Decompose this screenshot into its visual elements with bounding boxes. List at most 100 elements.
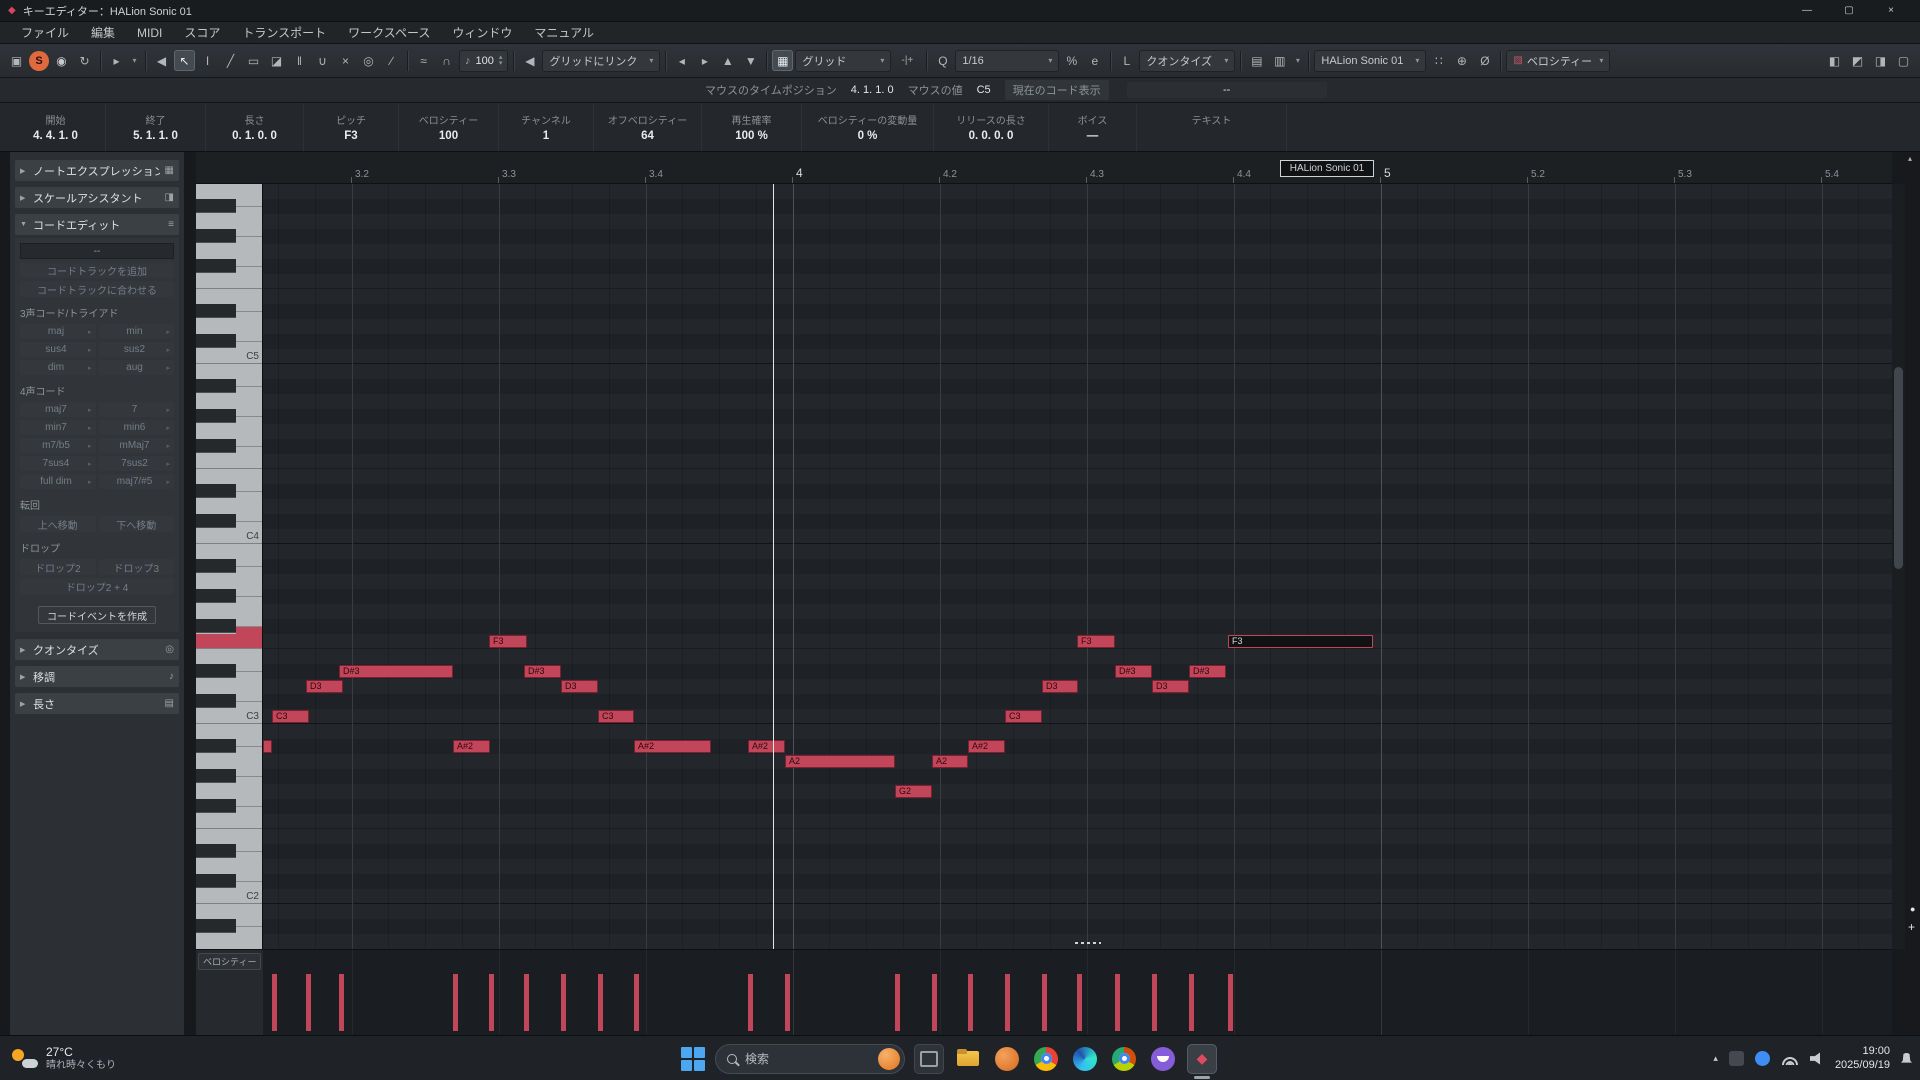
inversion-button[interactable]: 下へ移動 xyxy=(99,516,175,532)
split-tool[interactable]: ‖ xyxy=(289,50,310,71)
chrome-icon[interactable] xyxy=(1031,1044,1061,1074)
midi-note[interactable]: F3 xyxy=(489,635,527,648)
tray-bluetooth-icon[interactable] xyxy=(1755,1051,1770,1066)
black-key[interactable] xyxy=(196,439,263,454)
current-chord-display-label[interactable]: 現在のコード表示 xyxy=(1005,80,1109,100)
white-key[interactable] xyxy=(196,544,263,559)
white-key[interactable] xyxy=(196,574,263,589)
white-key[interactable] xyxy=(196,184,263,199)
black-key[interactable] xyxy=(196,259,263,274)
midi-note[interactable]: F3 xyxy=(1077,635,1115,648)
chord-type-button[interactable]: 7▸ xyxy=(99,402,175,417)
right-zone-toggle-icon[interactable]: ◨ xyxy=(1870,50,1891,71)
midi-note[interactable]: D3 xyxy=(1152,680,1189,693)
black-key[interactable] xyxy=(196,769,263,784)
menu-item[interactable]: ワークスペース xyxy=(337,24,441,41)
black-key[interactable] xyxy=(196,799,263,814)
chord-type-button[interactable]: full dim▸ xyxy=(20,474,96,489)
menu-item[interactable]: ウィンドウ xyxy=(441,24,523,41)
black-key[interactable] xyxy=(196,559,263,574)
timeline-ruler[interactable]: 3.23.33.444.24.34.455.25.35.4HALion Soni… xyxy=(263,152,1892,184)
browser-icon[interactable] xyxy=(1109,1044,1139,1074)
link-speaker-icon[interactable]: ◀ xyxy=(519,50,540,71)
grid-type-select[interactable]: グリッド▾ xyxy=(795,50,891,72)
black-key[interactable] xyxy=(196,229,263,244)
chord-type-button[interactable]: maj▸ xyxy=(20,324,96,339)
midi-note[interactable]: C3 xyxy=(272,710,309,723)
left-zone-toggle-icon[interactable]: ◧ xyxy=(1824,50,1845,71)
chord-type-button[interactable]: 7sus2▸ xyxy=(99,456,175,471)
info-value-length[interactable]: 0. 1. 0. 0 xyxy=(232,130,277,142)
erase-tool[interactable]: ▭ xyxy=(243,50,264,71)
midi-note[interactable]: D3 xyxy=(306,680,343,693)
menu-item[interactable]: MIDI xyxy=(126,26,173,40)
firefox-icon[interactable] xyxy=(992,1044,1022,1074)
info-value-channel[interactable]: 1 xyxy=(543,130,549,142)
chord-type-button[interactable]: maj7▸ xyxy=(20,402,96,417)
menu-item[interactable]: スコア xyxy=(173,24,231,41)
weather-widget[interactable]: 27°C 晴れ時々くもり xyxy=(12,1036,116,1080)
info-value-velocity-variance[interactable]: 0 % xyxy=(858,130,878,142)
menu-item[interactable]: トランスポート xyxy=(231,24,337,41)
black-key[interactable] xyxy=(196,589,263,604)
match-chord-track-button[interactable]: コードトラックに合わせる xyxy=(20,281,174,297)
nudge-right-icon[interactable]: ▸ xyxy=(694,50,715,71)
white-key[interactable] xyxy=(196,244,263,259)
line-tool[interactable]: ∕ xyxy=(381,50,402,71)
acoustic-feedback-button[interactable]: ◉ xyxy=(51,50,72,71)
time-warp-icon[interactable]: ≈ xyxy=(413,50,434,71)
curve-icon[interactable]: ∩ xyxy=(436,50,457,71)
white-key[interactable] xyxy=(196,289,263,304)
white-key[interactable] xyxy=(196,499,263,514)
draw-tool[interactable]: ╱ xyxy=(220,50,241,71)
info-value-probability[interactable]: 100 % xyxy=(735,130,768,142)
drop-button[interactable]: ドロップ2 xyxy=(20,559,96,575)
white-key[interactable] xyxy=(196,679,263,694)
velocity-bar[interactable] xyxy=(306,974,311,1031)
white-key[interactable] xyxy=(196,934,263,949)
quantize-panel-icon[interactable]: e xyxy=(1084,50,1105,71)
transpose-down-icon[interactable]: ▼ xyxy=(740,50,761,71)
discord-icon[interactable] xyxy=(1148,1044,1178,1074)
edited-part-select[interactable]: HALion Sonic 01▾ xyxy=(1314,50,1426,72)
lower-zone-toggle-icon[interactable]: ◩ xyxy=(1847,50,1868,71)
velocity-grid-link-select[interactable]: グリッドにリンク▾ xyxy=(542,50,660,72)
tray-chevron-icon[interactable]: ▴ xyxy=(1713,1053,1718,1064)
info-value-start[interactable]: 4. 4. 1. 0 xyxy=(33,130,78,142)
white-key[interactable] xyxy=(196,904,263,919)
info-value-off-velocity[interactable]: 64 xyxy=(641,130,654,142)
file-explorer-icon[interactable] xyxy=(953,1044,983,1074)
volume-icon[interactable] xyxy=(1810,1052,1824,1065)
chord-type-button[interactable]: min▸ xyxy=(99,324,175,339)
midi-note[interactable]: D#3 xyxy=(1189,665,1226,678)
length-quantize-select[interactable]: クオンタイズ▾ xyxy=(1139,50,1235,72)
black-key[interactable] xyxy=(196,514,263,529)
app-window-icon[interactable] xyxy=(914,1044,944,1074)
mute-tool[interactable]: × xyxy=(335,50,356,71)
iterative-quantize-icon[interactable]: % xyxy=(1061,50,1082,71)
white-key[interactable] xyxy=(196,394,263,409)
scroll-up-icon[interactable]: ▴ xyxy=(1908,154,1912,163)
velocity-bar[interactable] xyxy=(489,974,494,1031)
white-key[interactable] xyxy=(196,364,263,379)
minimize-button[interactable]: — xyxy=(1786,5,1828,16)
chord-type-button[interactable]: mMaj7▸ xyxy=(99,438,175,453)
midi-note[interactable]: D3 xyxy=(1042,680,1078,693)
black-key[interactable] xyxy=(196,334,263,349)
velocity-bar[interactable] xyxy=(1005,974,1010,1031)
section-scale-assistant[interactable]: ▶スケールアシスタント◨ xyxy=(15,187,179,208)
info-value-release-length[interactable]: 0. 0. 0. 0 xyxy=(969,130,1014,142)
midi-note[interactable]: A2 xyxy=(785,755,895,768)
chord-type-button[interactable]: 7sus4▸ xyxy=(20,456,96,471)
velocity-bar[interactable] xyxy=(339,974,344,1031)
white-key[interactable] xyxy=(196,214,263,229)
velocity-bar[interactable] xyxy=(968,974,973,1031)
note-overlay-icon[interactable]: ▤ xyxy=(1246,50,1267,71)
section-note-expression[interactable]: ▶ノートエクスプレッション▦ xyxy=(15,160,179,181)
snap-type-icon[interactable]: -|+ xyxy=(893,50,921,71)
midi-note[interactable]: D#3 xyxy=(339,665,453,678)
search-box[interactable]: 検索 xyxy=(715,1044,905,1074)
black-key[interactable] xyxy=(196,379,263,394)
glue-tool[interactable]: ∪ xyxy=(312,50,333,71)
white-key[interactable] xyxy=(196,274,263,289)
